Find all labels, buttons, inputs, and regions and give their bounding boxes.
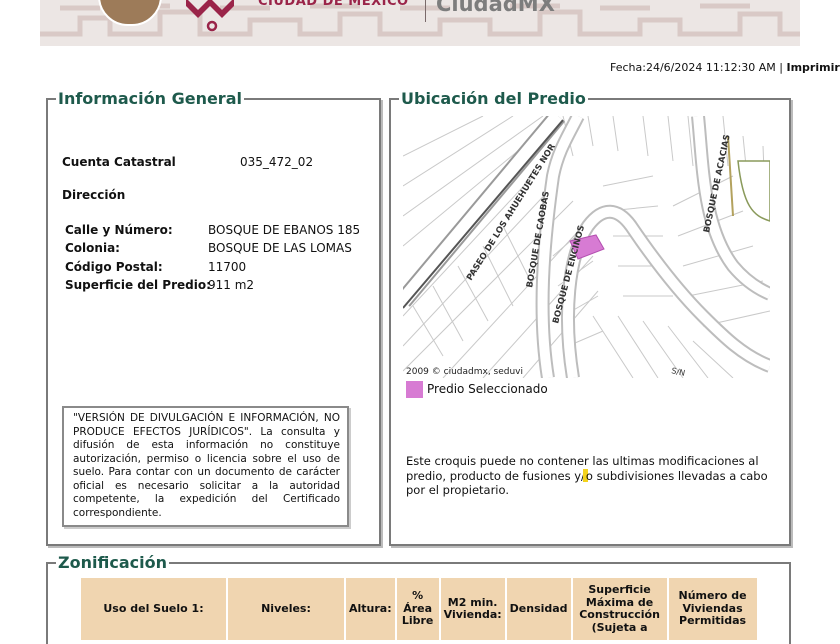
superficie-label: Superficie del Predio: <box>65 278 211 292</box>
header-banner: CIUDAD DE MÉXICO CiudadMX <box>40 0 800 46</box>
codigo-postal-label: Código Postal: <box>65 260 163 274</box>
zonificacion-panel: Zonificación Uso del Suelo 1: Niveles: A… <box>46 553 791 644</box>
map-copyright: 2009 © ciudadmx, seduvi <box>406 367 523 377</box>
colonia-label: Colonia: <box>65 241 120 255</box>
date-label: Fecha: <box>610 61 646 74</box>
col-densidad: Densidad <box>506 578 571 640</box>
codigo-postal-value: 11700 <box>208 260 247 274</box>
ubicacion-panel: Ubicación del Predio PASEO DE LOS AHUEHU… <box>389 89 791 546</box>
disclaimer-notice: "VERSIÓN DE DIVULGACIÓN E INFORMACIÓN, N… <box>62 406 349 527</box>
calle-value: BOSQUE DE EBANOS 185 <box>208 223 361 237</box>
ubicacion-title: Ubicación del Predio <box>399 89 588 109</box>
col-numero-viviendas: Número de Viviendas Permitidas <box>668 578 757 640</box>
croquis-note: Este croquis puede no contener las ultim… <box>406 454 776 498</box>
colonia-value: BOSQUE DE LAS LOMAS <box>208 241 352 255</box>
predio-map[interactable]: PASEO DE LOS AHUEHUETES NOR BOSQUE DE CA… <box>403 116 770 378</box>
col-uso-suelo: Uso del Suelo 1: <box>81 578 226 640</box>
calle-label: Calle y Número: <box>65 223 173 237</box>
banner-divider <box>425 0 426 22</box>
col-area-libre: % Área Libre <box>396 578 439 640</box>
cuenta-catastral-value: 035_472_02 <box>240 155 314 169</box>
predio-legend-label: Predio Seleccionado <box>427 382 548 396</box>
info-general-title: Información General <box>56 89 244 109</box>
superficie-value: 911 m2 <box>208 278 255 292</box>
zonificacion-title: Zonificación <box>56 553 169 573</box>
date-value: 24/6/2024 11:12:30 AM <box>645 61 776 74</box>
print-link[interactable]: Imprimir <box>787 61 840 74</box>
zonificacion-header-row: Uso del Suelo 1: Niveles: Altura: % Área… <box>81 578 757 640</box>
ciudadmx-logo: CiudadMX <box>436 0 555 16</box>
col-niveles: Niveles: <box>228 578 344 640</box>
col-m2-vivienda: M2 min. Vivienda: <box>440 578 505 640</box>
city-emblem-logo <box>186 0 234 32</box>
info-general-panel: Información General Cuenta Catastral 035… <box>46 89 381 546</box>
date-stamp: Fecha:24/6/2024 11:12:30 AM | Imprimir <box>610 61 840 74</box>
cuenta-catastral-label: Cuenta Catastral <box>62 155 176 169</box>
col-altura: Altura: <box>346 578 395 640</box>
city-name: CIUDAD DE MÉXICO <box>258 0 409 9</box>
zonificacion-table: Uso del Suelo 1: Niveles: Altura: % Área… <box>79 578 759 640</box>
predio-legend-swatch <box>406 381 423 398</box>
direccion-label: Dirección <box>62 188 126 202</box>
col-superficie-maxima: Superficie Máxima de Construcción (Sujet… <box>572 578 667 640</box>
